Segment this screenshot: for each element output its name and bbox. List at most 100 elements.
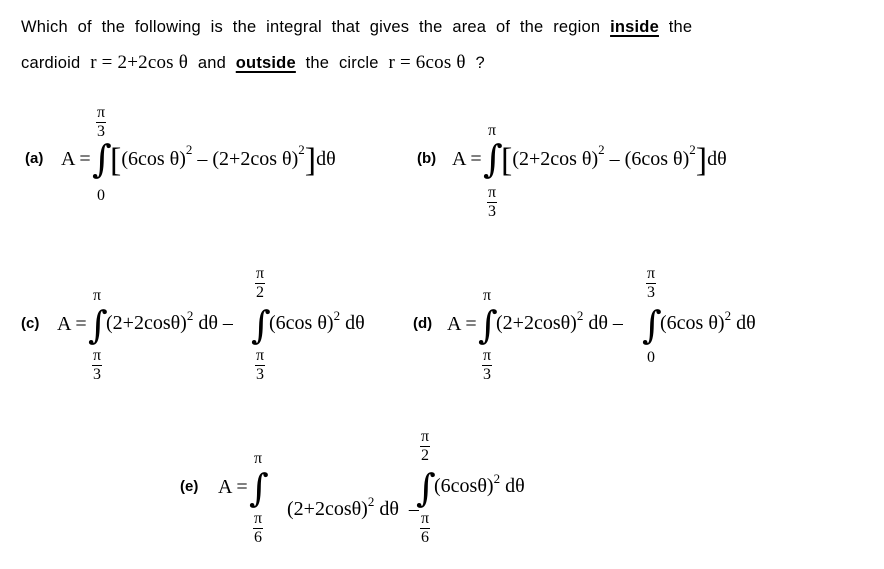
exponent: 2 [367,494,375,509]
numerator: π [482,347,492,364]
numerator: π [420,428,430,445]
option-d[interactable]: (d) A = π ∫ π 3 (2+2cosθ)2 dθ – π 3 ∫ 0 … [400,262,840,383]
upper-limit: π 2 [417,428,433,464]
cardioid-equation: r = 2+2cos θ [90,52,189,73]
lower-limit: π 3 [252,347,268,383]
question-text: the [668,18,693,36]
exponent: 2 [576,308,584,323]
lower-limit: π 3 [484,184,500,220]
term: (2+2cosθ) [106,312,187,334]
exponent: 2 [689,142,696,157]
question-line-1: Which of the following is the integral t… [21,18,692,37]
integrand-1: (2+2cosθ)2 dθ – [106,308,233,335]
option-label: (e) [180,478,199,495]
exponent: 2 [186,308,194,323]
term-1: (6cos θ) [121,148,186,170]
question-text: cardioid [21,54,81,72]
integral-sign: ∫ [483,137,503,181]
numerator: π [96,104,106,121]
lhs: A = [218,476,248,498]
term: (6cos θ) [269,312,334,334]
term: (6cosθ) [434,475,494,497]
option-e[interactable]: (e) A = π ∫ π 6 (2+2cosθ)2 dθ – π 2 ∫ π … [160,425,580,555]
denominator: 6 [254,529,262,546]
integrand-1: (2+2cosθ)2 dθ – [267,475,424,544]
question-mark: ? [475,54,485,72]
term-2: (6cos θ) [624,148,690,170]
lhs: A = [452,148,482,170]
integrand: [(6cos θ)2 – (2+2cos θ)2]dθ [110,142,336,178]
lower-limit: π 3 [479,347,495,383]
exponent: 2 [298,142,305,157]
minus: – [604,148,625,170]
term: (2+2cosθ) [496,312,577,334]
integral-sign: ∫ [92,137,112,181]
upper-limit: π [92,287,102,304]
denominator: 3 [256,366,264,383]
bracket-close: ] [695,142,708,179]
term: (6cos θ) [660,312,725,334]
lower-limit: 0 [647,349,655,366]
d-theta: dθ – [193,312,233,334]
integral-sign: ∫ [88,303,108,347]
bracket-close: ] [304,142,317,179]
term-1: (2+2cos θ) [512,148,599,170]
upper-limit: π [253,450,263,467]
option-label: (a) [25,150,44,167]
d-theta: dθ [707,148,727,170]
denominator: 3 [647,284,655,301]
denominator: 2 [256,284,264,301]
numerator: π [255,347,265,364]
exponent: 2 [333,308,341,323]
emphasis-outside: outside [235,54,296,72]
option-c[interactable]: (c) A = π ∫ π 3 (2+2cosθ)2 dθ – π 2 ∫ π … [0,262,400,383]
option-label: (b) [417,150,437,167]
d-theta: dθ [340,312,365,334]
term-2: (2+2cos θ) [212,148,299,170]
upper-limit: π [482,287,492,304]
exponent: 2 [598,142,605,157]
lower-limit: 0 [97,187,105,204]
upper-limit: π 2 [252,266,268,301]
integrand: [(2+2cos θ)2 – (6cos θ)2]dθ [501,142,727,178]
bracket-open: [ [501,142,513,179]
integral-sign: ∫ [478,303,498,347]
lhs: A = [447,313,477,335]
numerator: π [646,265,656,282]
exponent: 2 [185,142,193,157]
option-b[interactable]: (b) A = π ∫ π 3 [(2+2cos θ)2 – (6cos θ)2… [400,115,840,225]
integrand-1: (2+2cosθ)2 dθ – [496,308,623,335]
option-label: (c) [21,315,40,332]
denominator: 6 [421,529,429,546]
option-a[interactable]: (a) A = π 3 ∫ 0 [(6cos θ)2 – (2+2cos θ)2… [0,100,400,210]
question-text: Which of the following is the integral t… [21,18,601,36]
integrand-2: (6cos θ)2 dθ [660,308,756,335]
integral-sign: ∫ [642,303,662,347]
numerator: π [487,184,497,201]
circle-equation: r = 6cos θ [388,52,466,73]
d-theta: dθ [316,148,336,170]
integrand-2: (6cos θ)2 dθ [269,308,365,335]
option-label: (d) [413,315,433,332]
emphasis-inside: inside [610,18,659,36]
numerator: π [253,510,263,527]
bracket-open: [ [110,142,122,179]
minus: – [192,148,213,170]
integrand-2: (6cosθ)2 dθ [434,471,525,498]
denominator: 2 [421,447,429,464]
question-text: the circle [305,54,379,72]
question-line-2: cardioid r = 2+2cos θ and outside the ci… [21,52,485,74]
question-text: and [197,54,226,72]
denominator: 3 [483,366,491,383]
exponent: 2 [724,308,732,323]
numerator: π [420,510,430,527]
upper-limit: π 3 [93,104,109,140]
exponent: 2 [493,471,501,486]
lhs: A = [57,313,87,335]
lhs: A = [61,148,91,170]
d-theta: dθ [500,475,525,497]
integral-sign: ∫ [416,466,436,510]
d-theta: dθ – [583,312,623,334]
lower-limit: π 6 [417,510,433,546]
denominator: 3 [93,366,101,383]
